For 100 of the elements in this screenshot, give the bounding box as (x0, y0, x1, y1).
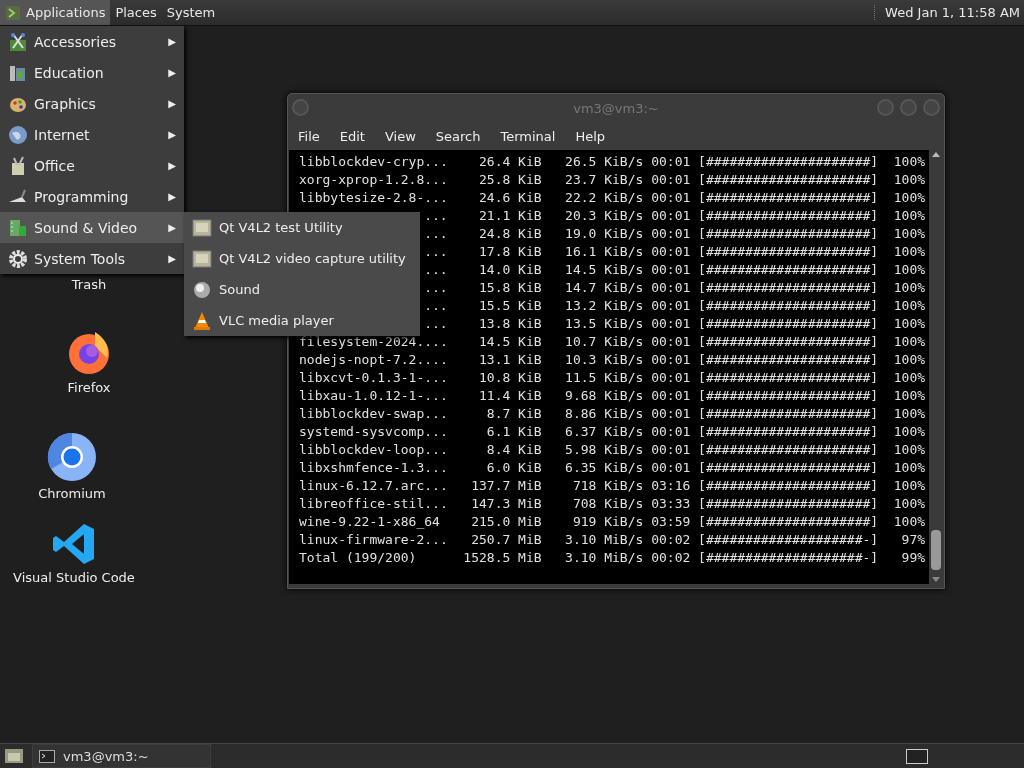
percent: 100% (892, 171, 926, 187)
package-name: linux-6.12.7.arc... (299, 477, 448, 493)
menu-item[interactable]: Edit (333, 128, 371, 144)
elapsed-time: 00:01 (651, 225, 691, 241)
elapsed-time: 03:59 (651, 513, 691, 529)
progress-bar-text: [#####################] (698, 189, 879, 205)
percent: 100% (892, 243, 926, 259)
download-size: 11.4 KiB (478, 387, 542, 403)
scroll-down-icon[interactable] (931, 576, 941, 584)
download-size: 8.7 KiB (485, 405, 542, 421)
menu-item[interactable]: Internet ▶ (0, 119, 184, 150)
menu-item[interactable]: View (378, 128, 422, 144)
download-rate: 3.10 MiB/s (564, 549, 644, 565)
download-size: 17.8 KiB (478, 243, 542, 259)
menu-item[interactable]: System Tools ▶ (0, 243, 184, 274)
menu-item[interactable]: Graphics ▶ (0, 88, 184, 119)
package-name: libblockdev-cryp... (299, 153, 448, 169)
package-name: libxau-1.0.12-1-... (299, 387, 448, 403)
progress-bar-text: [#####################] (698, 333, 879, 349)
download-size: 6.0 KiB (485, 459, 542, 475)
download-rate: 10.7 KiB/s (564, 333, 644, 349)
package-name: xorg-xprop-1.2.8... (299, 171, 448, 187)
percent: 100% (892, 369, 926, 385)
elapsed-time: 00:01 (651, 171, 691, 187)
menu-item[interactable]: Terminal (494, 128, 562, 144)
download-size: 147.3 MiB (470, 495, 542, 511)
menu-item[interactable]: Help (569, 128, 612, 144)
menu-item[interactable]: VLC media player (184, 305, 420, 336)
progress-bar-text: [#####################] (698, 441, 879, 457)
download-rate: 26.5 KiB/s (564, 153, 644, 169)
percent: 100% (892, 513, 926, 529)
menu-item[interactable]: Sound & Video ▶ (0, 212, 184, 243)
download-size: 15.8 KiB (478, 279, 542, 295)
desktop-icon-label[interactable]: Trash (71, 277, 107, 292)
progress-bar-text: [#####################] (698, 369, 879, 385)
scroll-thumb[interactable] (931, 530, 941, 570)
package-name: filesystem-2024.... (299, 333, 448, 349)
menu-item[interactable]: File (292, 128, 326, 144)
panel-menu[interactable]: Applications (0, 0, 111, 25)
package-name: ... (424, 225, 448, 241)
progress-bar-text: [#####################] (698, 405, 879, 421)
progress-bar-text: [#####################] (698, 243, 879, 259)
download-rate: 22.2 KiB/s (564, 189, 644, 205)
menu-item[interactable]: Search (429, 128, 487, 144)
download-size: 14.5 KiB (478, 333, 542, 349)
workspace-switcher[interactable] (906, 748, 928, 764)
package-name: nodejs-nopt-7.2.... (299, 351, 448, 367)
panel-menu[interactable]: Places (110, 0, 162, 25)
desktop-icon-label[interactable]: Chromium (38, 486, 106, 501)
package-name: ... (424, 261, 448, 277)
download-rate: 9.68 KiB/s (564, 387, 644, 403)
panel-menu[interactable]: System (161, 0, 221, 25)
elapsed-time: 00:01 (651, 333, 691, 349)
menu-item[interactable]: Qt V4L2 test Utility (184, 212, 420, 243)
progress-bar-text: [#####################] (698, 315, 879, 331)
percent: 100% (892, 441, 926, 457)
download-rate: 11.5 KiB/s (564, 369, 644, 385)
scroll-up-icon[interactable] (931, 150, 941, 158)
download-rate: 6.35 KiB/s (564, 459, 644, 475)
desktop-icon-label[interactable]: Visual Studio Code (13, 570, 135, 585)
elapsed-time: 00:01 (651, 153, 691, 169)
elapsed-time: 00:01 (651, 459, 691, 475)
package-name: systemd-sysvcomp... (299, 423, 448, 439)
elapsed-time: 03:16 (651, 477, 691, 493)
menu-item[interactable]: Programming ▶ (0, 181, 184, 212)
package-name: linux-firmware-2... (299, 531, 448, 547)
progress-bar-text: [#####################] (698, 297, 879, 313)
download-rate: 708 KiB/s (571, 495, 644, 511)
taskbar-button[interactable]: vm3@vm3:~ (32, 744, 211, 768)
progress-bar-text: [#####################] (698, 207, 879, 223)
progress-bar-text: [#####################] (698, 495, 879, 511)
progress-bar-text: [#####################] (698, 225, 879, 241)
menu-item[interactable]: Accessories ▶ (0, 26, 184, 57)
desktop-icon-label[interactable]: Firefox (67, 380, 111, 395)
download-size: 250.7 MiB (470, 531, 542, 547)
menu-item[interactable]: Office ▶ (0, 150, 184, 181)
download-size: 26.4 KiB (478, 153, 542, 169)
elapsed-time: 00:01 (651, 207, 691, 223)
percent: 100% (892, 225, 926, 241)
download-size: 13.1 KiB (478, 351, 542, 367)
percent: 100% (892, 387, 926, 403)
elapsed-time: 00:01 (651, 405, 691, 421)
progress-bar-text: [#####################] (698, 171, 879, 187)
elapsed-time: 00:01 (651, 423, 691, 439)
menu-item[interactable]: Sound (184, 274, 420, 305)
globe-icon (8, 124, 28, 145)
clock[interactable]: Wed Jan 1, 11:58 AM (874, 5, 1024, 20)
show-desktop-icon[interactable] (4, 747, 24, 765)
progress-bar-text: [#####################] (698, 423, 879, 439)
download-rate: 19.0 KiB/s (564, 225, 644, 241)
package-name: Total (199/200) (299, 549, 417, 565)
progress-bar-text: [#####################] (698, 387, 879, 403)
download-size: 24.6 KiB (478, 189, 542, 205)
menu-item[interactable]: Qt V4L2 video capture utility (184, 243, 420, 274)
elapsed-time: 03:33 (651, 495, 691, 511)
download-rate: 23.7 KiB/s (564, 171, 644, 187)
menu-item[interactable]: Education ▶ (0, 57, 184, 88)
elapsed-time: 00:01 (651, 261, 691, 277)
download-size: 1528.5 MiB (462, 549, 542, 565)
speaker-icon (192, 279, 212, 300)
